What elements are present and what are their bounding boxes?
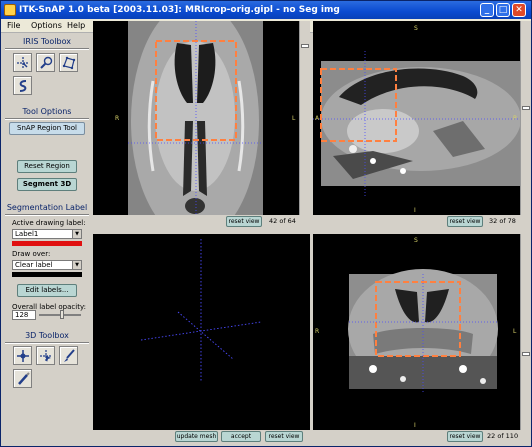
- 3d-toolbox-title: 3D Toolbox: [25, 331, 69, 340]
- left-control-panel: IRIS Toolbox Tool Options SnAP Region To…: [3, 34, 91, 444]
- app-window: ITK-SnAP 1.0 beta [2003.11.03]: MRIcrop-…: [0, 0, 532, 447]
- axial-reset-view-button[interactable]: reset view: [226, 216, 262, 227]
- divider: [5, 214, 89, 216]
- menu-file[interactable]: File: [7, 20, 20, 32]
- active-label-caption: Active drawing label:: [12, 219, 86, 227]
- 3d-view[interactable]: [93, 234, 310, 430]
- draw-over-select[interactable]: Clear label ▼: [12, 260, 82, 270]
- sagittal-slice-slider[interactable]: [520, 21, 531, 215]
- active-label-select[interactable]: Label1 ▼: [12, 229, 82, 239]
- 3d-controls: update mesh accept reset view: [93, 430, 310, 443]
- accept-button[interactable]: accept: [221, 431, 261, 442]
- sagittal-view[interactable]: S I A P: [313, 21, 521, 215]
- maximize-icon[interactable]: □: [496, 3, 510, 17]
- orientation-right: L: [292, 115, 296, 122]
- crosshair-cursor-icon[interactable]: [13, 53, 32, 72]
- draw-over-color-swatch: [12, 272, 82, 277]
- sagittal-reset-view-button[interactable]: reset view: [447, 216, 483, 227]
- tool-options-title: Tool Options: [22, 107, 72, 116]
- app-icon: [4, 4, 16, 16]
- 3d-scene: [140, 239, 262, 382]
- axial-slider-thumb[interactable]: [301, 44, 309, 48]
- coronal-slice-slider[interactable]: [520, 234, 531, 430]
- sagittal-slice-image: [313, 51, 521, 197]
- scalpel-icon[interactable]: [13, 369, 32, 388]
- close-icon[interactable]: ✕: [512, 3, 526, 17]
- iris-toolbox-title: IRIS Toolbox: [23, 37, 71, 46]
- minimize-icon[interactable]: _: [480, 3, 494, 17]
- zoom-icon[interactable]: [36, 53, 55, 72]
- orientation-right: L: [513, 328, 517, 335]
- orientation-bottom: I: [414, 207, 416, 214]
- segment-3d-button[interactable]: Segment 3D: [17, 178, 77, 191]
- brush-icon[interactable]: [59, 346, 78, 365]
- coronal-controls: reset view 22 of 110: [313, 430, 531, 443]
- title-bar[interactable]: ITK-SnAP 1.0 beta [2003.11.03]: MRIcrop-…: [1, 1, 531, 19]
- sagittal-controls: reset view 32 of 78: [313, 215, 531, 228]
- axial-controls: reset view 42 of 64: [93, 215, 310, 228]
- sagittal-slider-thumb[interactable]: [522, 106, 530, 110]
- orientation-left: R: [315, 328, 320, 335]
- divider: [5, 118, 89, 120]
- segmentation-label-title: Segmentation Label: [6, 203, 88, 212]
- orientation-top: S: [414, 25, 418, 32]
- menu-options[interactable]: Options: [31, 20, 62, 32]
- divider: [5, 48, 89, 50]
- active-label-color-swatch: [12, 241, 82, 246]
- 3d-crosshair-icon[interactable]: [13, 346, 32, 365]
- coronal-slice-image: [348, 269, 498, 394]
- opacity-slider-thumb[interactable]: [60, 310, 64, 319]
- draw-over-value: Clear label: [15, 261, 53, 269]
- menu-help[interactable]: Help: [67, 20, 85, 32]
- axial-slice-image: [128, 21, 263, 215]
- draw-over-caption: Draw over:: [12, 250, 51, 258]
- polygon-icon[interactable]: [59, 53, 78, 72]
- active-label-value: Label1: [15, 230, 39, 238]
- orientation-right: P: [513, 115, 517, 122]
- orientation-left: A: [315, 115, 320, 122]
- window-title: ITK-SnAP 1.0 beta [2003.11.03]: MRIcrop-…: [19, 5, 340, 15]
- orientation-bottom: I: [414, 422, 416, 429]
- axial-slice-slider[interactable]: [299, 21, 310, 215]
- snap-region-tool-label: SnAP Region Tool: [9, 122, 85, 135]
- 3d-reset-view-button[interactable]: reset view: [265, 431, 303, 442]
- orientation-top: S: [414, 237, 418, 244]
- chevron-down-icon[interactable]: ▼: [72, 230, 81, 238]
- snake-icon[interactable]: [13, 76, 32, 95]
- update-mesh-button[interactable]: update mesh: [175, 431, 218, 442]
- divider: [5, 342, 89, 344]
- opacity-value-field[interactable]: 128: [12, 310, 36, 320]
- sagittal-slice-counter: 32 of 78: [489, 217, 516, 225]
- axial-view[interactable]: R L: [93, 21, 300, 215]
- chevron-down-icon[interactable]: ▼: [72, 261, 81, 269]
- orientation-left: R: [115, 115, 120, 122]
- coronal-slider-thumb[interactable]: [522, 352, 530, 356]
- 3d-cursor-icon[interactable]: [36, 346, 55, 365]
- edit-labels-button[interactable]: Edit labels...: [17, 284, 77, 297]
- reset-region-button[interactable]: Reset Region: [17, 160, 77, 173]
- coronal-slice-counter: 22 of 110: [487, 432, 519, 440]
- axial-slice-counter: 42 of 64: [269, 217, 296, 225]
- coronal-reset-view-button[interactable]: reset view: [447, 431, 483, 442]
- coronal-view[interactable]: S I R L: [313, 234, 521, 430]
